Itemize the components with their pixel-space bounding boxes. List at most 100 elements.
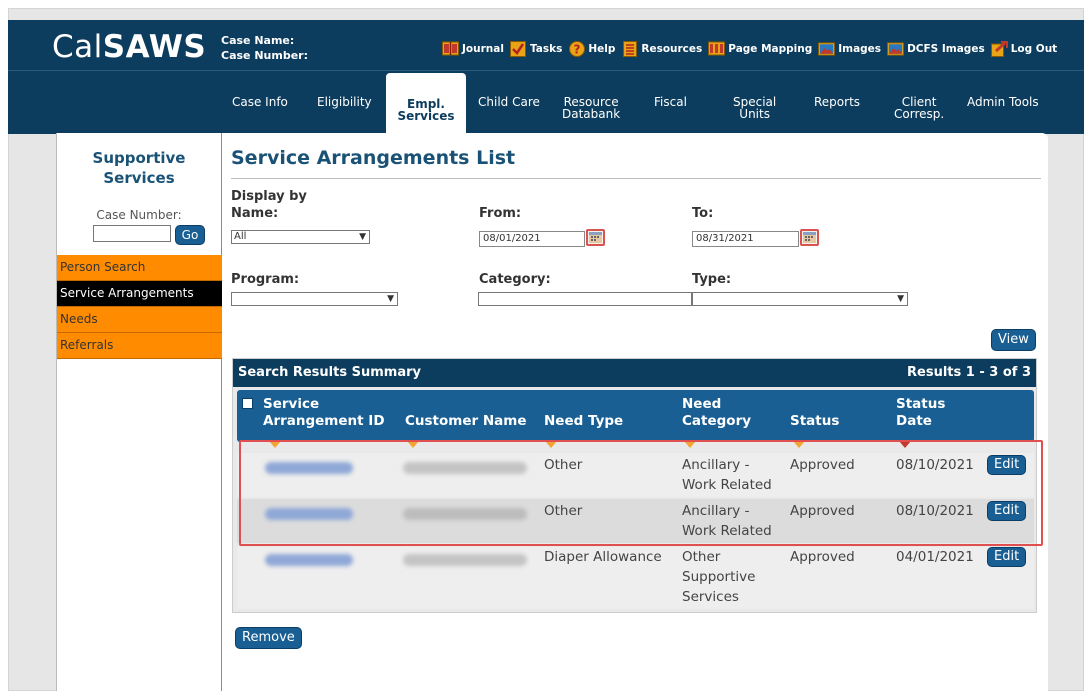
col-status[interactable]: Status: [790, 413, 839, 430]
category-label: Category:: [479, 272, 551, 287]
program-select[interactable]: ▼: [231, 292, 398, 306]
tab-case-info[interactable]: Case Info: [232, 96, 288, 108]
main-content: Service Arrangements List Display by Nam…: [222, 133, 1048, 691]
need-type: Other: [544, 457, 583, 473]
display-by-label: Display by: [231, 189, 307, 204]
status: Approved: [790, 457, 855, 473]
col-service-arrangement-id[interactable]: Service Arrangement ID: [263, 396, 385, 430]
program-label: Program:: [231, 272, 300, 287]
customer-name: [403, 508, 527, 520]
name-label: Name:: [231, 206, 279, 221]
tab-empl-services[interactable]: Empl. Services: [386, 73, 466, 133]
tab-special-units[interactable]: Special Units: [733, 96, 776, 120]
sidebar-item-referrals[interactable]: Referrals: [57, 333, 223, 359]
help-icon: ?: [568, 40, 585, 57]
calsaws-logo: CalSAWS: [52, 29, 207, 65]
sort-arrow-icon[interactable]: [684, 441, 696, 448]
map-book-icon: [708, 40, 726, 57]
from-date-input[interactable]: 08/01/2021: [479, 231, 585, 247]
log-out-link[interactable]: Log Out: [990, 40, 1057, 57]
tab-eligibility[interactable]: Eligibility: [317, 96, 372, 108]
sidebar-item-needs[interactable]: Needs: [57, 307, 223, 333]
tab-fiscal[interactable]: Fiscal: [654, 96, 687, 108]
resources-link[interactable]: Resources: [621, 40, 702, 57]
document-icon: [621, 40, 638, 57]
case-info: Case Name: Case Number:: [221, 33, 308, 63]
book-icon: [442, 40, 459, 57]
results-header: Search Results Summary Results 1 - 3 of …: [233, 359, 1036, 387]
logout-icon: [990, 40, 1008, 57]
need-category: Ancillary - Work Related: [682, 457, 772, 493]
calendar-icon[interactable]: [586, 229, 605, 246]
status-date: 08/10/2021: [896, 503, 974, 519]
sidebar-menu: Person Search Service Arrangements Needs…: [57, 255, 223, 359]
view-button[interactable]: View: [991, 329, 1036, 351]
col-status-date[interactable]: Status Date: [896, 396, 945, 430]
col-need-category[interactable]: Need Category: [682, 396, 751, 430]
page-mapping-link[interactable]: Page Mapping: [708, 40, 812, 57]
need-type: Other: [544, 503, 583, 519]
edit-button[interactable]: Edit: [987, 455, 1027, 475]
status-date: 04/01/2021: [896, 549, 974, 565]
arrangement-id-link[interactable]: [265, 554, 353, 566]
dcfs-images-link[interactable]: DCFS Images: [887, 40, 985, 57]
sidebar-item-service-arrangements[interactable]: Service Arrangements: [57, 281, 223, 307]
to-label: To:: [692, 206, 714, 221]
sort-arrow-icon[interactable]: [407, 441, 419, 448]
tab-resource-databank[interactable]: Resource Databank: [562, 96, 620, 120]
case-number-label: Case Number:: [221, 49, 308, 62]
tab-child-care[interactable]: Child Care: [478, 96, 540, 108]
case-name-label: Case Name:: [221, 34, 295, 47]
calendar-icon[interactable]: [800, 229, 819, 246]
search-results-panel: Search Results Summary Results 1 - 3 of …: [232, 358, 1037, 613]
status-date: 08/10/2021: [896, 457, 974, 473]
status: Approved: [790, 549, 855, 565]
case-number-label: Case Number:: [96, 208, 182, 222]
col-customer-name[interactable]: Customer Name: [405, 413, 527, 430]
checkbox-icon: [510, 40, 527, 57]
help-link[interactable]: ? Help: [568, 40, 615, 57]
go-button[interactable]: Go: [174, 225, 206, 245]
table-row: Other Ancillary - Work Related Approved 0…: [237, 499, 1034, 543]
table-row: Diaper Allowance Other Supportive Services…: [237, 547, 1034, 609]
sort-arrow-icon[interactable]: [545, 441, 557, 448]
arrangement-id-link[interactable]: [265, 462, 353, 474]
tab-client-corresp[interactable]: Client Corresp.: [894, 96, 944, 120]
column-header-row: Service Arrangement ID Customer Name Need…: [237, 390, 1034, 448]
need-category: Ancillary - Work Related: [682, 503, 772, 539]
top-links: Journal Tasks ? Help Resources Page Mapp…: [442, 40, 1060, 57]
svg-text:?: ?: [573, 42, 580, 56]
sort-arrow-icon[interactable]: [269, 441, 281, 448]
image-icon: [887, 40, 905, 57]
type-select[interactable]: ▼: [692, 292, 908, 306]
title-divider: [231, 178, 1041, 179]
sidebar: Supportive Services Case Number: Go Pers…: [56, 133, 223, 691]
journal-link[interactable]: Journal: [442, 40, 504, 57]
sidebar-item-person-search[interactable]: Person Search: [57, 255, 223, 281]
status: Approved: [790, 503, 855, 519]
page-title: Service Arrangements List: [231, 147, 516, 169]
results-title: Search Results Summary: [238, 365, 421, 380]
to-date-input[interactable]: 08/31/2021: [692, 231, 799, 247]
images-link[interactable]: Images: [818, 40, 881, 57]
arrangement-id-link[interactable]: [265, 508, 353, 520]
edit-button[interactable]: Edit: [987, 501, 1027, 521]
select-all-checkbox[interactable]: [242, 398, 253, 409]
sort-arrow-icon[interactable]: [793, 441, 805, 448]
tab-reports[interactable]: Reports: [814, 96, 860, 108]
tab-admin-tools[interactable]: Admin Tools: [967, 96, 1039, 108]
need-category: Other Supportive Services: [682, 549, 756, 605]
case-number-input[interactable]: [92, 225, 171, 242]
name-select[interactable]: All ▼: [231, 230, 370, 244]
sort-arrow-active-icon[interactable]: [899, 441, 911, 448]
customer-name: [403, 462, 527, 474]
col-need-type[interactable]: Need Type: [544, 413, 623, 430]
from-label: From:: [479, 206, 522, 221]
type-label: Type:: [692, 272, 732, 287]
remove-button[interactable]: Remove: [235, 627, 302, 649]
need-type: Diaper Allowance: [544, 549, 662, 565]
category-field[interactable]: [478, 292, 692, 306]
tasks-link[interactable]: Tasks: [510, 40, 562, 57]
edit-button[interactable]: Edit: [987, 547, 1027, 567]
sidebar-title: Supportive Services: [92, 149, 186, 187]
